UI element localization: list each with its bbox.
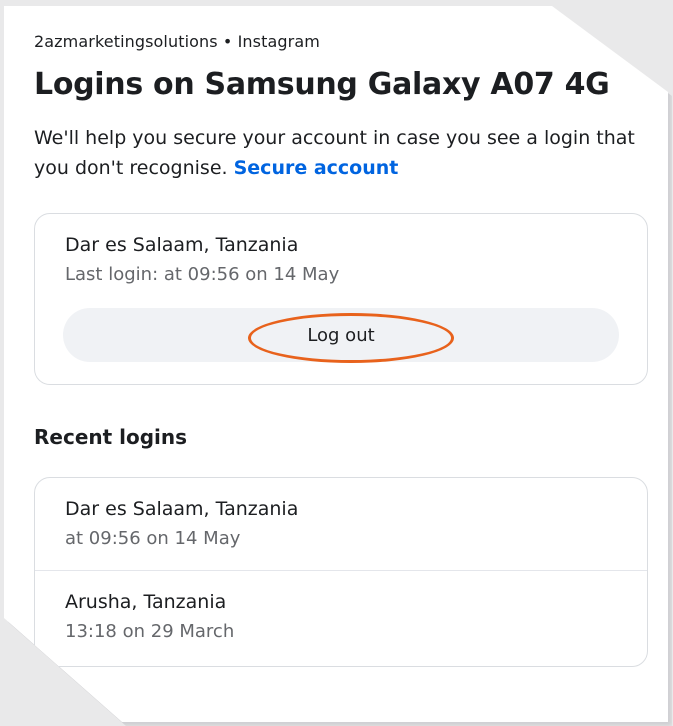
page-title: Logins on Samsung Galaxy A07 4G bbox=[34, 67, 610, 102]
recent-logins-list: Dar es Salaam, Tanzania at 09:56 on 14 M… bbox=[34, 477, 648, 667]
security-description: We'll help you secure your account in ca… bbox=[34, 123, 654, 183]
list-item[interactable]: Arusha, Tanzania 13:18 on 29 March bbox=[35, 570, 647, 663]
login-location: Arusha, Tanzania bbox=[65, 591, 227, 613]
current-session-card: Dar es Salaam, Tanzania Last login: at 0… bbox=[34, 213, 648, 385]
breadcrumb: 2azmarketingsolutions • Instagram bbox=[34, 32, 320, 51]
login-time: at 09:56 on 14 May bbox=[65, 528, 241, 549]
screenshot-frame: 2azmarketingsolutions • Instagram Logins… bbox=[4, 6, 668, 722]
secure-account-link[interactable]: Secure account bbox=[234, 157, 399, 179]
session-location: Dar es Salaam, Tanzania bbox=[65, 234, 299, 256]
list-item[interactable]: Dar es Salaam, Tanzania at 09:56 on 14 M… bbox=[35, 478, 647, 570]
logins-page: 2azmarketingsolutions • Instagram Logins… bbox=[34, 32, 654, 667]
login-time: 13:18 on 29 March bbox=[65, 621, 235, 642]
login-location: Dar es Salaam, Tanzania bbox=[65, 498, 299, 520]
session-last-login: Last login: at 09:56 on 14 May bbox=[65, 264, 340, 285]
log-out-button[interactable]: Log out bbox=[63, 308, 619, 362]
recent-logins-heading: Recent logins bbox=[34, 425, 188, 449]
